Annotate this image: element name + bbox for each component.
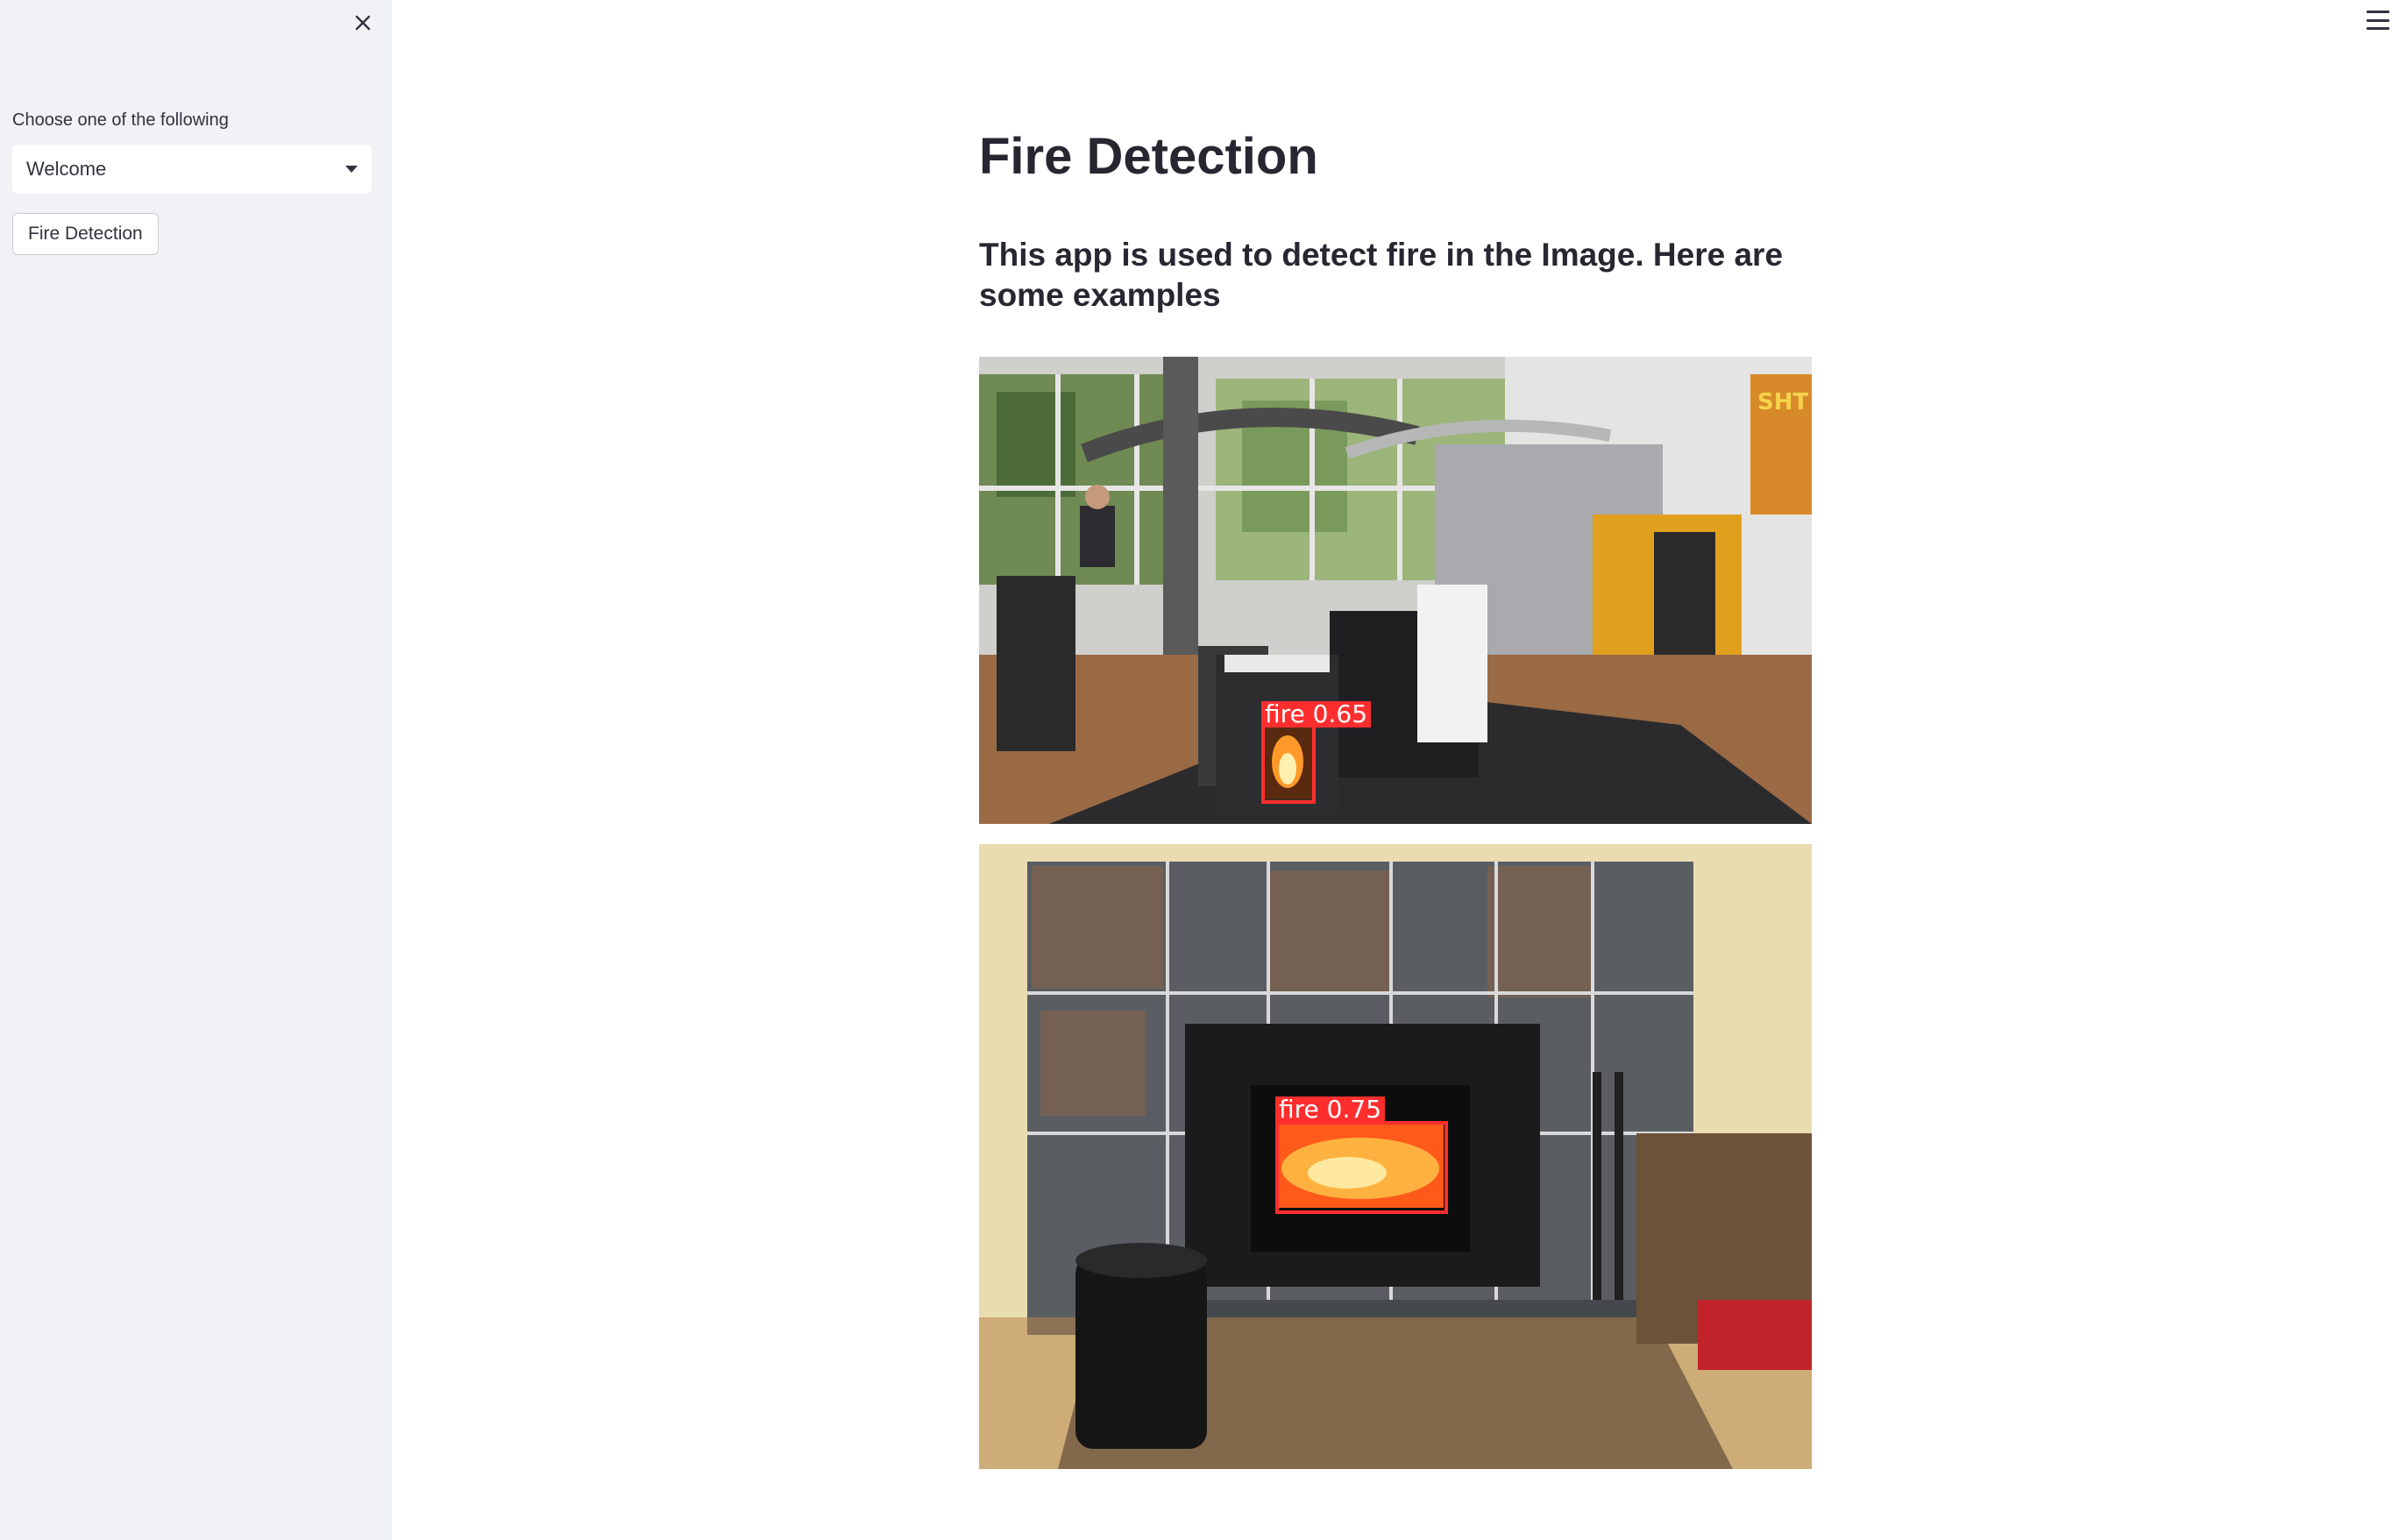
example-image-showroom: SHT fire 0.65 <box>979 357 1812 824</box>
svg-text:SHT: SHT <box>1757 389 1808 415</box>
page-title: Fire Detection <box>979 128 1318 185</box>
chevron-down-icon <box>345 166 358 173</box>
app-root: Choose one of the following Welcome Fire… <box>0 0 2392 1540</box>
detection-label: fire 0.75 <box>1275 1096 1386 1123</box>
detection-box <box>1275 1121 1448 1214</box>
select-value: Welcome <box>26 158 107 180</box>
close-icon <box>355 15 371 31</box>
select-label: Choose one of the following <box>12 110 229 130</box>
page-subtitle: This app is used to detect fire in the I… <box>979 237 1784 313</box>
hamburger-menu-icon[interactable] <box>2367 11 2389 30</box>
fire-detection-button[interactable]: Fire Detection <box>12 213 159 255</box>
example-image-fireplace: fire 0.75 <box>979 844 1812 1469</box>
sidebar: Choose one of the following Welcome Fire… <box>0 0 392 1540</box>
page-select[interactable]: Welcome <box>12 145 372 194</box>
detection-label: fire 0.65 <box>1261 701 1372 727</box>
detection-box <box>1261 719 1316 804</box>
close-sidebar-button[interactable] <box>349 9 377 37</box>
